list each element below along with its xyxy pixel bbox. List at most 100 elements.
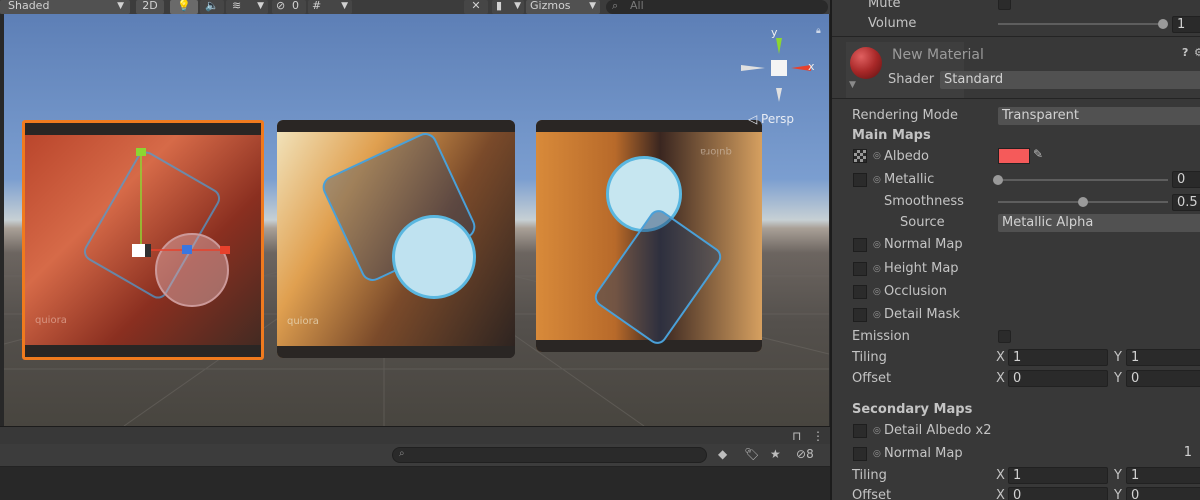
secondary-offset-y-field[interactable]: 0: [1126, 487, 1200, 500]
label-tag-icon[interactable]: 🏷︎: [744, 447, 759, 461]
shader-value: Standard: [944, 72, 1004, 87]
scene-search-input[interactable]: ⌕ All: [606, 0, 828, 14]
rendering-mode-value: Transparent: [1002, 108, 1079, 123]
grid-snap-dropdown[interactable]: # ▼: [308, 0, 352, 14]
lightbulb-icon: 💡: [177, 0, 191, 12]
albedo-texture-slot[interactable]: [853, 149, 867, 163]
texture-picker-icon[interactable]: ◎: [873, 310, 881, 320]
volume-value: 1: [1177, 17, 1186, 32]
offset-x-field[interactable]: 0: [1008, 370, 1108, 387]
secondary-offset-x-field[interactable]: 0: [1008, 487, 1108, 500]
secondary-offset-label: Offset: [852, 488, 892, 500]
offset-y-value: 0: [1131, 371, 1140, 386]
offset-y-label: Y: [1114, 371, 1122, 386]
toggle-2d-button[interactable]: 2D: [136, 0, 164, 14]
search-icon: ⌕: [399, 448, 405, 459]
media-card-2[interactable]: quiora: [277, 120, 515, 358]
mute-checkbox[interactable]: [998, 0, 1011, 10]
metallic-slider[interactable]: [998, 179, 1168, 181]
tiling-x-field[interactable]: 1: [1008, 349, 1108, 366]
effects-dropdown[interactable]: ≋ ▼: [226, 0, 268, 14]
metallic-slider-knob[interactable]: [993, 175, 1003, 185]
smoothness-field[interactable]: 0.5: [1172, 194, 1200, 211]
help-icon[interactable]: ?: [1182, 46, 1188, 59]
texture-picker-icon[interactable]: ◎: [873, 240, 881, 250]
hidden-packages-button[interactable]: ⊘8: [796, 447, 814, 461]
chevron-down-icon: ▼: [341, 1, 348, 11]
audio-toggle-button[interactable]: 🔈: [200, 0, 224, 14]
smoothness-slider-knob[interactable]: [1078, 197, 1088, 207]
scene-visibility-button[interactable]: ⊘ 0: [272, 0, 306, 14]
height-map-label: Height Map: [884, 261, 959, 276]
emission-checkbox[interactable]: [998, 330, 1011, 343]
secondary-tiling-x-field[interactable]: 1: [1008, 467, 1108, 484]
texture-picker-icon[interactable]: ◎: [873, 287, 881, 297]
project-search-input[interactable]: ⌕: [392, 447, 707, 463]
offset-y-field[interactable]: 0: [1126, 370, 1200, 387]
favorites-star-icon[interactable]: ★: [770, 447, 781, 461]
secondary-tiling-y-field[interactable]: 1: [1126, 467, 1200, 484]
shading-mode-dropdown[interactable]: Shaded ▼: [0, 0, 130, 14]
hologram-face: [392, 215, 476, 299]
occlusion-texture-slot[interactable]: [853, 285, 867, 299]
volume-slider[interactable]: [998, 23, 1163, 25]
texture-picker-icon[interactable]: ◎: [873, 151, 881, 161]
mute-label: Mute: [868, 0, 901, 11]
tiling-y-field[interactable]: 1: [1126, 349, 1200, 366]
eyedropper-icon[interactable]: ✎: [1033, 147, 1043, 161]
foldout-arrow-icon[interactable]: ▼: [849, 80, 856, 90]
albedo-color-swatch[interactable]: [998, 148, 1030, 164]
orientation-gizmo[interactable]: [739, 28, 819, 108]
scene-view[interactable]: quiora quiora quiora y x 🔒︎ ◁ Persp: [4, 14, 829, 426]
detail-mask-texture-slot[interactable]: [853, 308, 867, 322]
more-options-icon[interactable]: ⋮: [812, 429, 824, 443]
grid-icon: #: [312, 0, 322, 12]
texture-picker-icon[interactable]: ◎: [873, 175, 881, 185]
main-maps-header: Main Maps: [852, 128, 931, 143]
lock-icon[interactable]: ⊓: [792, 429, 801, 443]
metallic-texture-slot[interactable]: [853, 173, 867, 187]
volume-field[interactable]: 1: [1172, 16, 1200, 33]
emission-label: Emission: [852, 329, 910, 344]
gizmos-dropdown[interactable]: Gizmos ▼: [526, 0, 600, 14]
gizmos-label: Gizmos: [530, 0, 571, 12]
texture-picker-icon[interactable]: ◎: [873, 426, 881, 436]
height-map-texture-slot[interactable]: [853, 262, 867, 276]
material-name: New Material: [892, 47, 984, 63]
divider: [832, 98, 1200, 99]
lock-icon[interactable]: 🔒︎: [816, 26, 821, 36]
tools-button[interactable]: ✕: [464, 0, 488, 14]
volume-label: Volume: [868, 16, 917, 31]
metallic-field[interactable]: 0: [1172, 171, 1200, 188]
rendering-mode-label: Rendering Mode: [852, 108, 958, 123]
settings-icon[interactable]: ⚙: [1194, 46, 1200, 59]
texture-picker-icon[interactable]: ◎: [873, 264, 881, 274]
camera-dropdown[interactable]: ▮ ▼: [492, 0, 524, 14]
card-bottom-bar: [536, 340, 762, 352]
lighting-toggle-button[interactable]: 💡: [170, 0, 198, 14]
detail-albedo-texture-slot[interactable]: [853, 424, 867, 438]
texture-picker-icon[interactable]: ◎: [873, 449, 881, 459]
projection-label: Persp: [761, 112, 795, 126]
source-value: Metallic Alpha: [1002, 215, 1094, 230]
layers-icon: ≋: [232, 0, 242, 12]
filter-type-icon[interactable]: ◆: [718, 447, 727, 461]
projection-toggle[interactable]: ◁ Persp: [748, 112, 794, 126]
card-top-bar: [277, 120, 515, 132]
rendering-mode-dropdown[interactable]: Transparent: [998, 107, 1200, 125]
chevron-down-icon: ▼: [589, 1, 596, 11]
secondary-normal-map-field[interactable]: 1: [1126, 445, 1200, 462]
source-dropdown[interactable]: Metallic Alpha: [998, 214, 1200, 232]
secondary-normal-map-texture-slot[interactable]: [853, 447, 867, 461]
gizmo-x-label: x: [808, 60, 815, 73]
normal-map-texture-slot[interactable]: [853, 238, 867, 252]
tiling-y-value: 1: [1131, 350, 1140, 365]
chevron-down-icon: ▼: [257, 1, 264, 11]
secondary-normal-map-value: 1: [1183, 445, 1192, 460]
move-gizmo[interactable]: [22, 120, 262, 360]
tiling-x-value: 1: [1013, 350, 1022, 365]
shader-dropdown[interactable]: Standard: [940, 71, 1200, 89]
volume-slider-knob[interactable]: [1158, 19, 1168, 29]
tiling-label: Tiling: [852, 350, 887, 365]
media-card-3[interactable]: quiora: [536, 120, 762, 352]
